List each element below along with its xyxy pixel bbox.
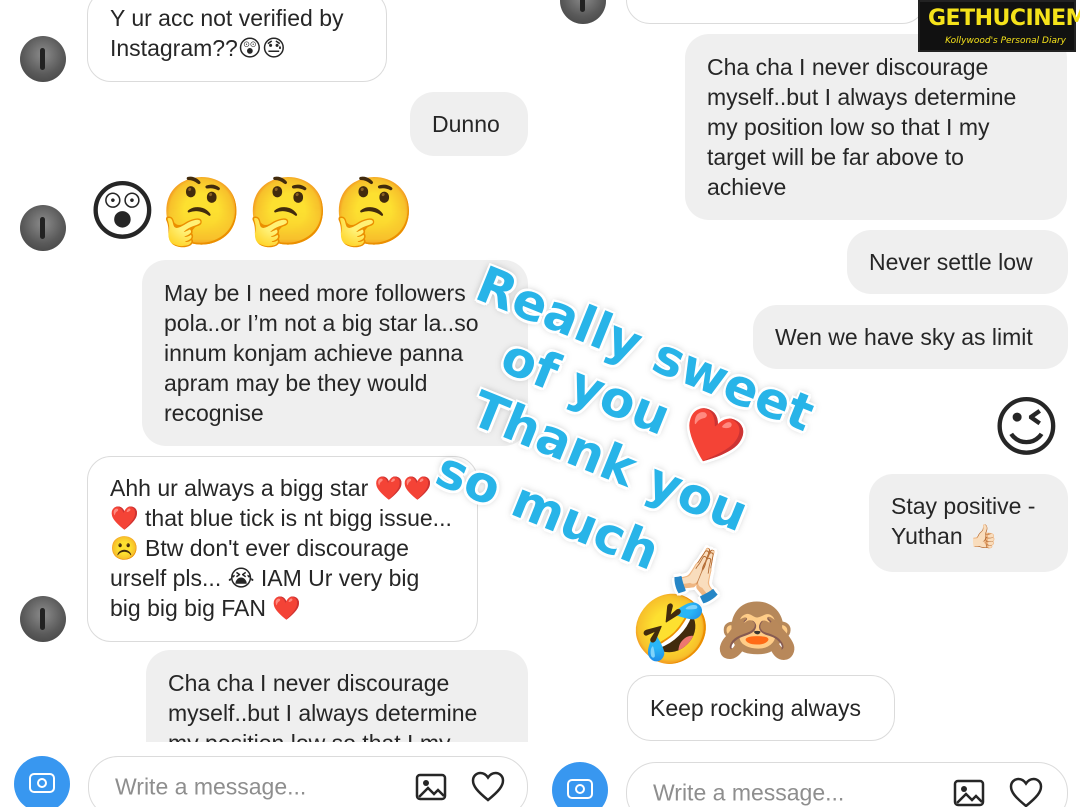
- message-bubble-outgoing: Cha cha I never discourage myself..but I…: [685, 34, 1067, 220]
- message-text: May be I need more followers pola..or I’…: [164, 280, 479, 426]
- message-composer[interactable]: Write a message...: [88, 756, 528, 807]
- message-bubble-outgoing: Wen we have sky as limit: [753, 305, 1068, 369]
- message-input[interactable]: Write a message...: [653, 780, 844, 807]
- camera-button[interactable]: [14, 756, 70, 807]
- message-bubble-incoming: Ahh ur always a bigg star ❤️❤️❤️ that bl…: [87, 456, 478, 642]
- watermark-logo: GETHUCINEMA Kollywood's Personal Diary: [918, 0, 1080, 52]
- heart-icon[interactable]: [471, 771, 505, 803]
- message-bubble-outgoing: Stay positive - Yuthan 👍🏻: [869, 474, 1068, 572]
- message-text: Wen we have sky as limit: [775, 324, 1033, 350]
- message-input[interactable]: Write a message...: [115, 774, 306, 801]
- message-text: Dunno: [432, 111, 500, 137]
- gallery-icon[interactable]: [953, 777, 985, 807]
- message-text: Cha cha I never discourage myself..but I…: [707, 54, 1017, 200]
- message-composer[interactable]: Write a message...: [626, 762, 1068, 807]
- left-chat-screenshot: Y ur acc not verified by Instagram??😲😓 D…: [0, 0, 540, 807]
- message-bubble-incoming: [626, 0, 926, 24]
- message-bubble-outgoing: Dunno: [410, 92, 528, 156]
- message-text: Ahh ur always a bigg star ❤️❤️❤️ that bl…: [110, 475, 452, 621]
- emoji-message: 😉: [992, 390, 1061, 464]
- message-text: Never settle low: [869, 249, 1033, 275]
- message-bubble-outgoing: Never settle low: [847, 230, 1068, 294]
- message-bubble-incoming: Keep rocking always: [627, 675, 895, 741]
- message-text: Keep rocking always: [650, 695, 861, 721]
- message-text: Y ur acc not verified by Instagram??😲😓: [110, 5, 344, 61]
- message-bubble-outgoing: May be I need more followers pola..or I’…: [142, 260, 528, 446]
- right-chat-screenshot: Cha cha I never discourage myself..but I…: [540, 0, 1080, 807]
- heart-icon[interactable]: [1009, 777, 1043, 807]
- watermark-tagline: Kollywood's Personal Diary: [945, 36, 1066, 46]
- avatar[interactable]: [20, 596, 66, 642]
- emoji-message: 😲🤔🤔🤔: [88, 174, 420, 248]
- message-bubble-incoming: Y ur acc not verified by Instagram??😲😓: [87, 0, 387, 82]
- watermark-name: GETHUCINEMA: [928, 6, 1080, 31]
- emoji-message: 🤣🙈: [630, 592, 803, 666]
- avatar[interactable]: [20, 205, 66, 251]
- gallery-icon[interactable]: [415, 771, 447, 803]
- camera-button[interactable]: [552, 762, 608, 807]
- message-text: Stay positive - Yuthan 👍🏻: [891, 493, 1036, 549]
- avatar[interactable]: [560, 0, 606, 24]
- avatar[interactable]: [20, 36, 66, 82]
